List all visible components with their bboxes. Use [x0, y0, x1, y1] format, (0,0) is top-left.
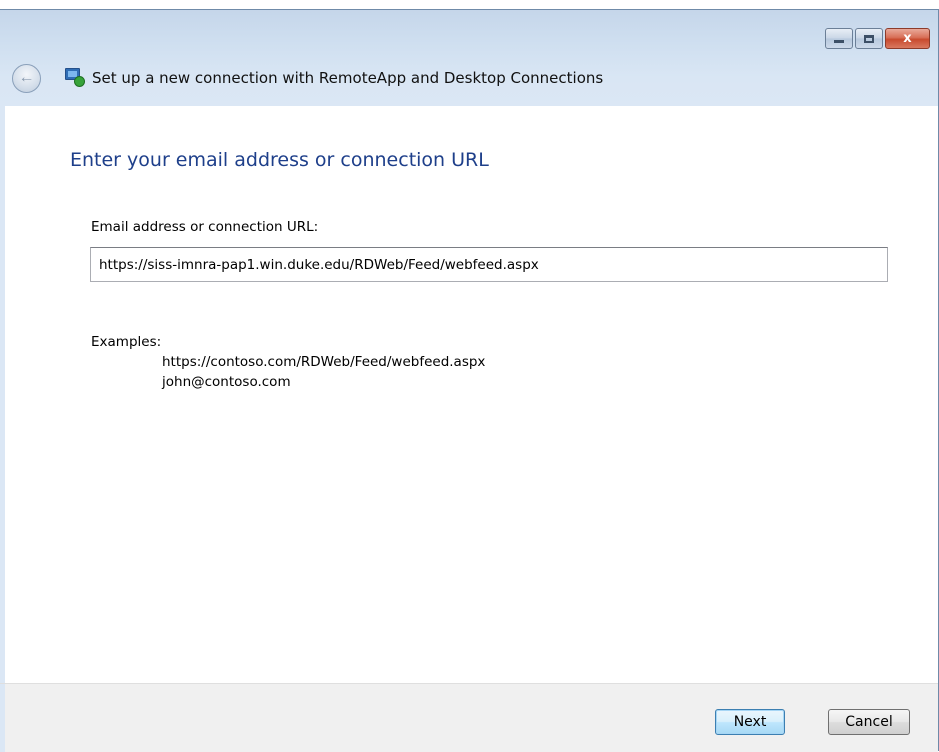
cancel-button[interactable]: Cancel: [828, 709, 910, 735]
close-button[interactable]: x: [885, 28, 930, 49]
maximize-button[interactable]: [855, 28, 883, 49]
maximize-icon: [864, 34, 874, 43]
back-arrow-icon: ←: [18, 69, 35, 86]
page-heading: Enter your email address or connection U…: [70, 149, 489, 171]
example-email: john@contoso.com: [162, 374, 291, 390]
remoteapp-connection-icon: [65, 68, 87, 88]
minimize-button[interactable]: [825, 28, 853, 49]
back-button[interactable]: ←: [12, 63, 41, 93]
window-frame: x ← Set up a new connection with RemoteA…: [0, 10, 938, 106]
close-icon: x: [903, 31, 912, 46]
wizard-nav-bar: ← Set up a new connection with RemoteApp…: [0, 58, 938, 98]
next-button[interactable]: Next: [715, 709, 785, 735]
wizard-window: x ← Set up a new connection with RemoteA…: [0, 9, 939, 752]
examples-label: Examples:: [91, 334, 162, 350]
minimize-icon: [834, 40, 844, 43]
wizard-title: Set up a new connection with RemoteApp a…: [92, 69, 604, 87]
example-url: https://contoso.com/RDWeb/Feed/webfeed.a…: [162, 354, 486, 370]
wizard-content: Enter your email address or connection U…: [0, 106, 938, 683]
connection-url-input[interactable]: [90, 247, 888, 282]
caption-buttons: x: [825, 28, 930, 50]
url-field-label: Email address or connection URL:: [91, 219, 319, 235]
wizard-footer: Next Cancel: [0, 683, 938, 752]
